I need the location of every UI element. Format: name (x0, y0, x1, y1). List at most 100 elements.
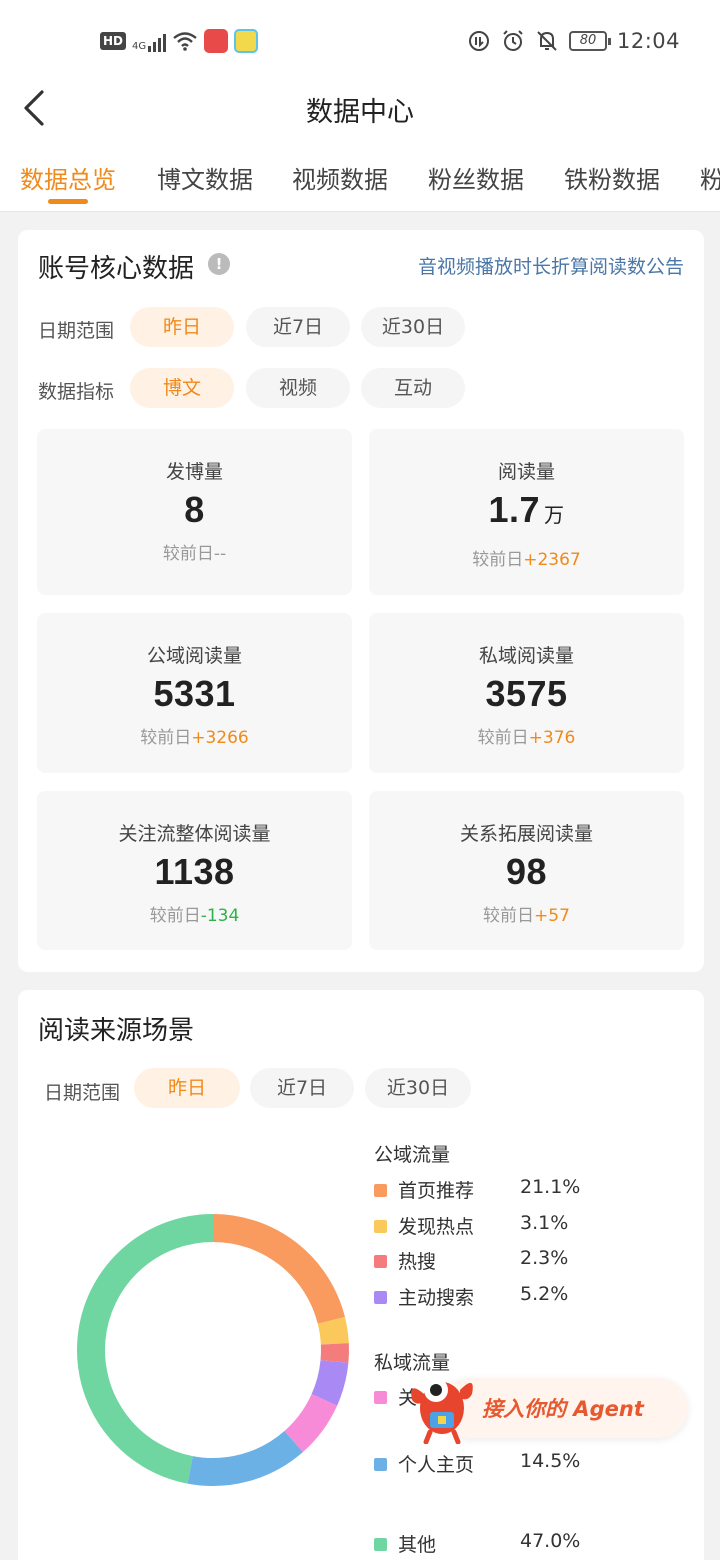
legend-value: 47.0% (520, 1530, 581, 1552)
read-source-card: 阅读来源场景 日期范围 昨日 近7日 近30日 公域流量 首页推荐 21.1% … (18, 990, 704, 1560)
legend-item: 其他 47.0% (374, 1530, 674, 1558)
legend-item: 首页推荐 21.1% (374, 1176, 674, 1204)
legend-value: 2.3% (520, 1247, 569, 1269)
legend-swatch (374, 1458, 387, 1471)
stat-value: 1138 (154, 851, 235, 892)
stat-label: 阅读量 (497, 461, 555, 483)
mute-icon (537, 31, 557, 51)
stat-card-posts[interactable]: 发博量 8 较前日-- (37, 429, 352, 595)
date-yesterday[interactable]: 昨日 (130, 307, 234, 347)
legend-swatch (374, 1538, 387, 1551)
battery-icon: 80 (568, 31, 611, 51)
signal-icon: 4G (132, 30, 167, 52)
legend-swatch (374, 1255, 387, 1268)
tab-posts[interactable]: 博文数据 (157, 160, 253, 195)
date-7days[interactable]: 近7日 (246, 307, 350, 347)
status-left: HD 4G (100, 26, 259, 56)
stat-label: 私域阅读量 (478, 645, 574, 667)
hd-badge: HD (100, 32, 127, 50)
network-type: 4G (132, 41, 147, 52)
legend-value: 14.5% (520, 1450, 581, 1472)
stat-label: 关注流整体阅读量 (118, 823, 271, 845)
stat-value: 98 (505, 851, 548, 892)
tab-iron-fans[interactable]: 铁粉数据 (564, 160, 660, 195)
stat-card-public-reads[interactable]: 公域阅读量 5331 较前日+3266 (37, 613, 352, 773)
app-notification-icon-2 (234, 29, 259, 53)
stat-label: 公域阅读量 (146, 645, 242, 667)
tab-indicator (48, 199, 88, 204)
source-date-30days[interactable]: 近30日 (365, 1068, 471, 1108)
stat-delta: 较前日+57 (483, 906, 570, 926)
tab-fans[interactable]: 粉丝数据 (428, 160, 524, 195)
stat-delta: 较前日+2367 (472, 550, 581, 570)
read-source-title: 阅读来源场景 (38, 1016, 195, 1046)
date-range-label: 日期范围 (44, 1082, 121, 1104)
source-date-7days[interactable]: 近7日 (250, 1068, 354, 1108)
donut-segment (77, 1214, 214, 1484)
stat-label: 关系拓展阅读量 (459, 823, 593, 845)
legend-value: 3.1% (520, 1212, 569, 1234)
metric-video[interactable]: 视频 (246, 368, 350, 408)
core-data-title: 账号核心数据 (38, 254, 195, 284)
page-title: 数据中心 (306, 97, 414, 128)
metric-interaction[interactable]: 互动 (361, 368, 465, 408)
donut-segment (317, 1317, 349, 1345)
stat-delta: 较前日-134 (149, 906, 240, 926)
legend-swatch (374, 1220, 387, 1233)
legend-item: 个人主页 14.5% (374, 1450, 674, 1478)
tab-video[interactable]: 视频数据 (292, 160, 388, 195)
donut-segment (187, 1430, 303, 1486)
alarm-icon (503, 30, 523, 51)
donut-segment (212, 1214, 345, 1325)
date-range-label: 日期范围 (38, 320, 115, 342)
notice-link[interactable]: 音视频播放时长折算阅读数公告 (418, 252, 684, 279)
metric-posts[interactable]: 博文 (130, 368, 234, 408)
legend-item: 热搜 2.3% (374, 1247, 674, 1275)
legend-item: 发现热点 3.1% (374, 1212, 674, 1240)
stat-card-follow-feed-reads[interactable]: 关注流整体阅读量 1138 较前日-134 (37, 791, 352, 950)
stat-value: 8 (184, 489, 205, 530)
agent-banner-text: 接入你的 Agent (482, 1397, 644, 1421)
legend-swatch (374, 1391, 387, 1404)
stat-delta: 较前日-- (162, 544, 227, 564)
lobster-mascot-icon[interactable] (402, 1360, 482, 1444)
app-notification-icon (204, 29, 229, 53)
stat-value: 1.7 万 (488, 489, 565, 530)
legend-item: 主动搜索 5.2% (374, 1283, 674, 1311)
donut-segment (311, 1359, 349, 1406)
clock: 12:04 (616, 29, 680, 53)
legend-name: 热搜 (398, 1251, 437, 1273)
legend-value: 5.2% (520, 1283, 569, 1305)
read-source-donut-chart (77, 1214, 349, 1486)
metric-label: 数据指标 (38, 381, 115, 403)
stat-card-private-reads[interactable]: 私域阅读量 3575 较前日+376 (369, 613, 684, 773)
info-icon[interactable]: ! (208, 253, 230, 275)
legend-name: 首页推荐 (398, 1180, 475, 1202)
source-date-yesterday[interactable]: 昨日 (134, 1068, 240, 1108)
legend-swatch (374, 1184, 387, 1197)
stat-card-relation-reads[interactable]: 关系拓展阅读量 98 较前日+57 (369, 791, 684, 950)
status-right: 80 12:04 (467, 26, 680, 56)
stat-value: 3575 (485, 673, 568, 714)
donut-segment (320, 1343, 349, 1363)
legend-value: 21.1% (520, 1176, 581, 1198)
core-data-card: 账号核心数据 ! 音视频播放时长折算阅读数公告 日期范围 昨日 近7日 近30日… (18, 230, 704, 972)
date-30days[interactable]: 近30日 (361, 307, 465, 347)
legend-name: 发现热点 (398, 1216, 475, 1238)
data-saver-icon (468, 31, 489, 51)
stat-label: 发博量 (165, 461, 223, 483)
tab-bar: 数据总览 博文数据 视频数据 粉丝数据 铁粉数据 粉 (0, 160, 720, 200)
legend-swatch (374, 1291, 387, 1304)
status-bar: HD 4G 80 12:04 (0, 0, 720, 84)
wifi-icon (173, 32, 197, 51)
legend-name: 主动搜索 (398, 1287, 475, 1309)
stat-delta: 较前日+3266 (140, 728, 249, 748)
stat-card-reads[interactable]: 阅读量 1.7 万 较前日+2367 (369, 429, 684, 595)
stat-delta: 较前日+376 (477, 728, 576, 748)
legend-name: 个人主页 (398, 1454, 475, 1476)
stat-value: 5331 (153, 673, 236, 714)
tab-more[interactable]: 粉 (700, 160, 720, 195)
public-traffic-label: 公域流量 (374, 1144, 451, 1166)
donut-segment (284, 1393, 338, 1453)
tab-overview[interactable]: 数据总览 (20, 160, 116, 195)
